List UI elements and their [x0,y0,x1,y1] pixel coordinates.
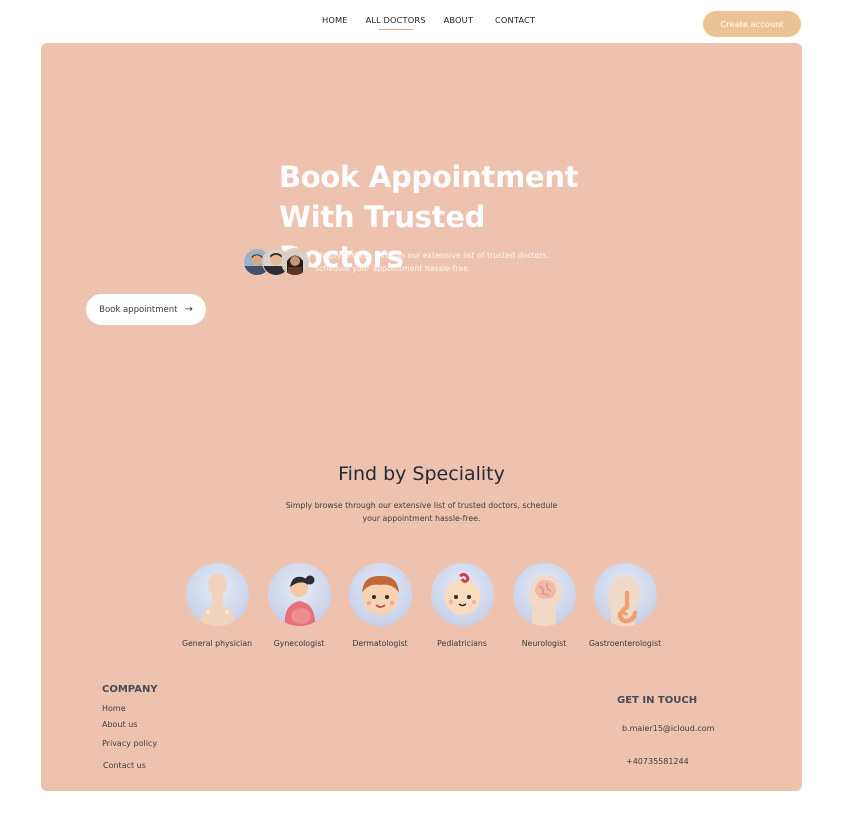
speciality-label: Gastroenterologist [588,639,662,648]
speciality-dermatologist[interactable]: Dermatologist [335,563,425,648]
main-panel: Book Appointment With Trusted Doctors Si… [41,43,802,791]
footer-company-heading: COMPANY [102,684,158,695]
hero-description-line-2: schedule your appointment hassle-free. [315,264,471,273]
speciality-label: General physician [181,639,253,648]
general-physician-icon [185,563,249,626]
top-navbar: HOME ALL DOCTORS ABOUT CONTACT Create ac… [0,0,850,44]
gynecologist-icon [267,563,331,626]
speciality-general-physician[interactable]: General physician [172,563,262,648]
dermatologist-icon [348,563,412,626]
doctor-avatars [243,248,309,276]
nav-link-about[interactable]: ABOUT [444,15,473,25]
speciality-label: Dermatologist [352,639,408,648]
footer-email: b.maier15@icloud.com [622,724,715,733]
nav-link-all-doctors[interactable]: ALL DOCTORS [366,15,426,30]
footer-link-contact-us[interactable]: Contact us [103,761,146,770]
doctor-avatar-3 [281,248,309,276]
create-account-button[interactable]: Create account [703,11,801,37]
nav-link-home[interactable]: HOME [322,15,348,25]
footer-get-in-touch-heading: GET IN TOUCH [617,695,698,706]
speciality-description: Simply browse through our extensive list… [281,499,562,525]
hero-description: Simply browse through our extensive list… [315,249,565,275]
footer-link-privacy-policy[interactable]: Privacy policy [102,739,157,748]
speciality-gastroenterologist[interactable]: Gastroenterologist [580,563,670,648]
speciality-description-line-2: your appointment hassle-free. [362,514,481,523]
footer-link-home[interactable]: Home [102,704,126,713]
pediatricians-icon [430,563,494,626]
speciality-neurologist[interactable]: Neurologist [499,563,589,648]
nav-link-contact[interactable]: CONTACT [495,15,535,25]
hero-title-line-1: Book Appointment [279,160,579,194]
speciality-title: Find by Speciality [338,463,505,485]
speciality-label: Neurologist [521,639,567,648]
neurologist-icon [512,563,576,626]
speciality-label: Pediatricians [437,639,487,648]
footer-phone: +40735581244 [626,757,689,766]
footer-link-about-us[interactable]: About us [102,720,137,729]
arrow-right-icon: → [184,304,193,315]
speciality-label: Gynecologist [273,639,325,648]
gastroenterologist-icon [593,563,657,626]
speciality-gynecologist[interactable]: Gynecologist [254,563,344,648]
nav-links: HOME ALL DOCTORS ABOUT CONTACT [322,15,553,30]
speciality-description-line-1: Simply browse through our extensive list… [285,501,558,510]
speciality-list: General physician Gynecologist Dermatolo… [41,563,802,663]
speciality-pediatricians[interactable]: Pediatricians [417,563,507,648]
book-appointment-label: Book appointment [99,304,178,315]
book-appointment-button[interactable]: Book appointment → [86,294,206,325]
hero-description-line-1: Simply browse through our extensive list… [315,251,550,260]
